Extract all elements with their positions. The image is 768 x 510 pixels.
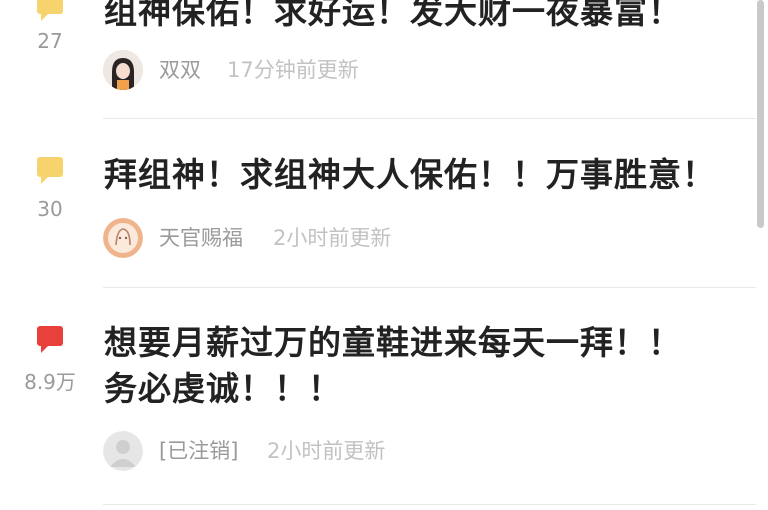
update-time: 17分钟前更新 xyxy=(227,58,359,82)
avatar-photo-icon[interactable] xyxy=(103,50,143,90)
comment-row[interactable]: 30 拜组神！求组神大人保佑！！万事胜意！ 天官赐福 2小时前更新 xyxy=(0,120,756,288)
comment-title[interactable]: 拜组神！求组神大人保佑！！万事胜意！ xyxy=(104,152,716,197)
comment-row[interactable]: 8.9万 想要月薪过万的童鞋进来每天一拜！！ 务必虔诚！！！ [已注销] 2小时… xyxy=(0,288,756,510)
username[interactable]: 双双 xyxy=(159,56,201,84)
comment-bubble-icon xyxy=(37,157,63,184)
comment-row[interactable]: 27 组神保佑！求好运！发大财一夜暴富！ 双双 17分钟前更新 xyxy=(0,0,756,120)
comment-title[interactable]: 组神保佑！求好运！发大财一夜暴富！ xyxy=(104,0,682,34)
comment-bubble-hot-icon xyxy=(37,326,63,353)
divider xyxy=(103,118,756,119)
comment-title-line-1[interactable]: 想要月薪过万的童鞋进来每天一拜！！ xyxy=(104,320,682,365)
avatar-illustration-icon[interactable] xyxy=(103,218,143,258)
scrollbar[interactable] xyxy=(757,0,764,228)
default-avatar-icon[interactable] xyxy=(103,431,143,471)
reply-count: 8.9万 xyxy=(24,370,76,394)
comment-title-line-2[interactable]: 务必虔诚！！！ xyxy=(104,366,342,411)
reply-count: 30 xyxy=(37,197,63,221)
comment-bubble-icon xyxy=(37,0,63,21)
username[interactable]: 天官赐福 xyxy=(159,224,243,252)
reply-count: 27 xyxy=(37,29,63,53)
update-time: 2小时前更新 xyxy=(267,439,386,463)
update-time: 2小时前更新 xyxy=(273,226,392,250)
username[interactable]: [已注销] xyxy=(159,437,238,465)
divider xyxy=(103,504,756,505)
